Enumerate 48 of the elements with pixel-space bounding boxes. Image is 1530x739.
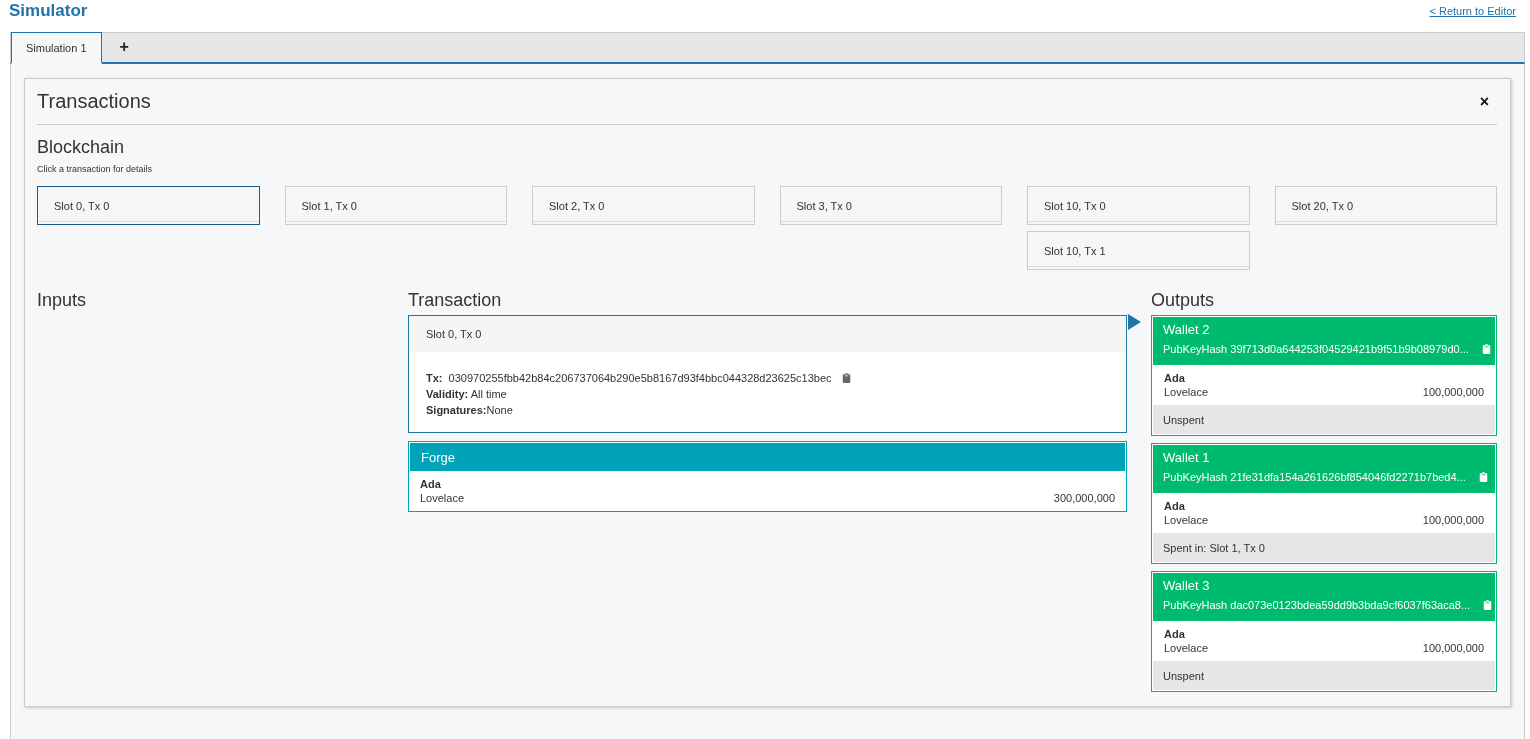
pubkey-hash: PubKeyHash 21fe31dfa154a261626bf854046fd2271b7bed4... xyxy=(1163,471,1466,483)
tx-hash: Tx: 030970255fbb42b84c206737064b290e5b8167d93f4bbc044328d23625c13bec xyxy=(426,372,832,384)
clipboard-icon[interactable] xyxy=(1481,344,1491,354)
currency-name: Ada xyxy=(1164,372,1186,384)
wallet-name: Wallet 1 xyxy=(1163,450,1211,465)
app-title: Simulator xyxy=(9,1,88,21)
clipboard-icon[interactable] xyxy=(841,373,851,383)
spent-status: Unspent xyxy=(1163,413,1204,426)
transaction-button[interactable]: Slot 10, Tx 1 xyxy=(1027,231,1250,270)
spent-status: Spent in: Slot 1, Tx 0 xyxy=(1163,541,1265,554)
transaction-button[interactable]: Slot 2, Tx 0 xyxy=(532,186,755,225)
currency-name: Ada xyxy=(1164,628,1186,640)
token-amount: 100,000,000 xyxy=(1422,514,1484,526)
pubkey-hash: PubKeyHash dac073e0123bdea59dd9b3bda9cf6037f63aca8... xyxy=(1163,599,1471,611)
validity-text: Validity: All time xyxy=(426,388,508,400)
token-name: Lovelace xyxy=(1164,386,1209,398)
transaction-button[interactable]: Slot 10, Tx 0 xyxy=(1027,186,1250,225)
slot-label: Slot 0, Tx 0 xyxy=(426,328,482,340)
wallet-name: Wallet 2 xyxy=(1163,322,1211,337)
section-title: Transaction xyxy=(408,290,503,311)
token-name: Lovelace xyxy=(420,492,465,504)
forge-title: Forge xyxy=(421,449,455,465)
return-link[interactable]: < Return to Editor xyxy=(1429,5,1516,17)
pubkey-hash: PubKeyHash 39f713d0a644253f04529421b9f51b9b08979d0... xyxy=(1163,343,1469,355)
clipboard-icon[interactable] xyxy=(1478,472,1488,482)
wallet-name: Wallet 3 xyxy=(1163,578,1211,593)
close-button[interactable]: × xyxy=(1471,92,1497,111)
token-amount: 100,000,000 xyxy=(1422,642,1484,654)
add-tab-button[interactable]: + xyxy=(105,32,143,62)
currency-name: Ada xyxy=(420,478,442,490)
token-amount: 100,000,000 xyxy=(1422,386,1484,398)
hint-text: Click a transaction for details xyxy=(37,164,154,174)
section-title: Blockchain xyxy=(37,137,126,158)
signatures-text: Signatures:None xyxy=(426,404,514,416)
token-name: Lovelace xyxy=(1164,642,1209,654)
transaction-button[interactable]: Slot 20, Tx 0 xyxy=(1274,186,1497,225)
clipboard-icon[interactable] xyxy=(1483,600,1493,610)
currency-name: Ada xyxy=(1164,500,1186,512)
simulation-tab[interactable]: Simulation 1 xyxy=(11,32,102,64)
token-name: Lovelace xyxy=(1164,514,1209,526)
spent-status: Unspent xyxy=(1163,669,1204,682)
panel-title: Transactions xyxy=(37,90,151,113)
section-title: Inputs xyxy=(37,290,88,311)
transaction-button[interactable]: Slot 0, Tx 0 xyxy=(37,186,260,225)
transaction-button[interactable]: Slot 3, Tx 0 xyxy=(779,186,1002,225)
token-amount: 300,000,000 xyxy=(1053,492,1115,504)
transaction-button[interactable]: Slot 1, Tx 0 xyxy=(284,186,507,225)
section-title: Outputs xyxy=(1151,290,1216,311)
